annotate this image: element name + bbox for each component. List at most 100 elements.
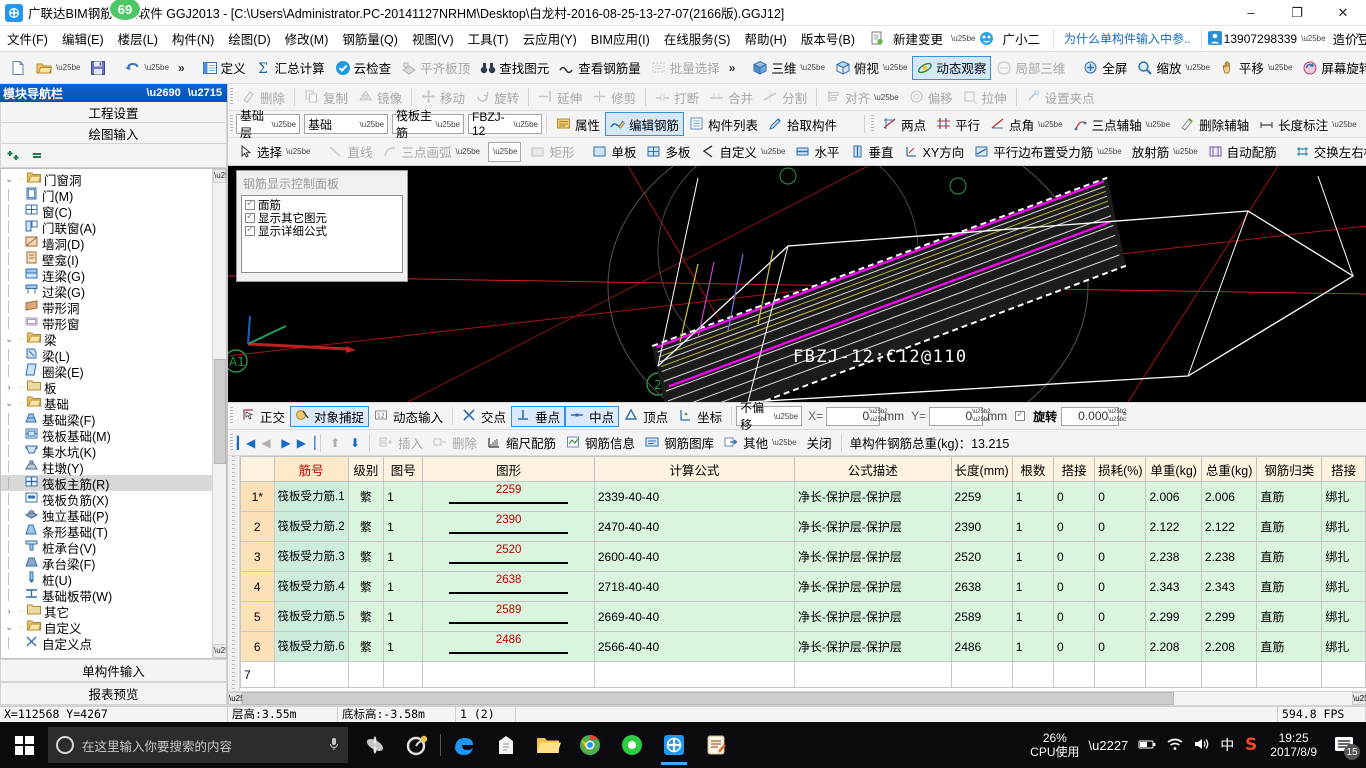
column-header-jibie[interactable]: 级别: [347, 456, 385, 482]
cell-changdu[interactable]: 2520: [950, 541, 1013, 572]
dynamic-observe-button[interactable]: 动态观察: [912, 55, 992, 80]
scroll-right-icon[interactable]: \u25b6: [1352, 692, 1366, 705]
tree-item-ring-beam[interactable]: │ 圈梁(E): [1, 363, 226, 380]
close-icon[interactable]: \u2715: [188, 87, 222, 99]
chevron-down-icon[interactable]: ⌄: [3, 174, 15, 185]
radial-rebar-button[interactable]: 放射筋 \u25be: [1127, 140, 1203, 164]
cell-rownum[interactable]: 1*: [240, 481, 275, 512]
scale-rebar-button[interactable]: 缩尺配筋: [482, 431, 561, 455]
cell-gongshi[interactable]: 2718-40-40: [593, 571, 795, 602]
cell-rownum[interactable]: 5: [240, 601, 275, 632]
menu-help[interactable]: 帮助(H): [737, 26, 793, 51]
toolbar-grip[interactable]: [230, 115, 233, 133]
battery-icon[interactable]: [1137, 737, 1157, 754]
tree-item-beam[interactable]: │ 梁(L): [1, 347, 226, 364]
column-header-dajie[interactable]: 搭接: [1052, 456, 1096, 482]
cell-jinhao[interactable]: 筏板受力筋.2: [273, 511, 349, 542]
tree-item-lintel[interactable]: │ 过梁(G): [1, 283, 226, 300]
show-other-elements-checkbox[interactable]: [245, 211, 255, 223]
tree-item-folder-27[interactable]: › · 其它: [1, 603, 226, 620]
rotate-checkbox[interactable]: [1015, 409, 1026, 421]
sidebar-item-project-settings[interactable]: 工程设置: [0, 102, 227, 123]
cell-gongshi[interactable]: 2339-40-40: [593, 481, 795, 512]
column-header-danzhong[interactable]: 单重(kg): [1145, 456, 1202, 482]
cell-guilei[interactable]: 直筋: [1256, 481, 1323, 512]
cell-genshu[interactable]: [1011, 661, 1054, 688]
vertical-button[interactable]: 垂直: [845, 140, 899, 164]
tree-scrollbar[interactable]: \u25b2 \u25bc: [212, 169, 226, 658]
chevron-down-icon[interactable]: \u25be: [1173, 147, 1197, 156]
parallel-edge-rebar-button[interactable]: 平行边布置受力筋 \u25be: [969, 140, 1126, 164]
cell-tuxing[interactable]: 2589: [422, 601, 595, 632]
scroll-down-icon[interactable]: \u25bc: [213, 644, 226, 658]
cell-danzhong[interactable]: 2.238: [1145, 541, 1202, 572]
flush-slab-top-button[interactable]: 平齐板顶: [396, 56, 475, 80]
ggj-app-icon[interactable]: [655, 725, 693, 765]
cell-rownum[interactable]: 7: [240, 661, 275, 688]
chevron-down-icon[interactable]: \u25be: [514, 120, 538, 129]
rebar-info-button[interactable]: 钢筋信息: [561, 431, 640, 455]
save-file-button[interactable]: [85, 56, 111, 80]
offset-button[interactable]: 偏移: [904, 85, 958, 109]
cell-gongshi[interactable]: 2566-40-40: [593, 631, 795, 662]
delete-aux-axis-button[interactable]: 删除辅轴: [1175, 112, 1254, 136]
cell-tuhao[interactable]: 1: [383, 541, 424, 572]
cell-miaoshu[interactable]: 净长-保护层-保护层: [793, 481, 952, 512]
cell-gongshi[interactable]: 2669-40-40: [593, 601, 795, 632]
cell-danzhong[interactable]: 2.343: [1145, 571, 1202, 602]
table-row[interactable]: 4 筏板受力筋.4 䌘 1 2638 2718-40-40 净长-保护层-保护层 2638 1 0…: [240, 571, 1366, 602]
rotate-input[interactable]: 0.000 \u25b2 \u25bc: [1061, 406, 1127, 426]
toolbar-grip[interactable]: [230, 433, 233, 452]
chevron-down-icon[interactable]: \u25be: [436, 120, 460, 129]
rebar-table[interactable]: 筋号 级别 图号 图形 计算公式 公式描述 长度(mm) 根数 搭接 损耗(%) 单重(kg) 总重(…: [228, 456, 1366, 691]
vertex-snap-button[interactable]: 顶点: [619, 406, 673, 427]
file-explorer-icon[interactable]: [529, 725, 567, 765]
cell-tuxing[interactable]: 2259: [422, 481, 595, 512]
cell-dajie[interactable]: 0: [1052, 511, 1096, 542]
three-d-button[interactable]: 三维 \u25be: [747, 56, 829, 80]
cell-tuxing[interactable]: 2390: [422, 511, 595, 542]
chevron-down-icon[interactable]: \u25be: [272, 120, 296, 129]
menu-rebar-qty[interactable]: 钢筋量(Q): [335, 26, 405, 51]
tree-item-coupling-beam[interactable]: │ 连梁(G): [1, 267, 226, 284]
cell-sunhao[interactable]: 0: [1094, 631, 1147, 662]
close-button[interactable]: ✕: [1320, 0, 1366, 26]
new-change-button[interactable]: 新建变更: [886, 26, 950, 51]
cell-guilei[interactable]: 直筋: [1256, 631, 1323, 662]
cell-dajie2[interactable]: 绑扎: [1321, 571, 1366, 602]
volume-icon[interactable]: [1193, 737, 1211, 754]
horizontal-button[interactable]: 水平: [790, 140, 844, 164]
cell-tuhao[interactable]: 1: [383, 511, 424, 542]
chevron-down-icon[interactable]: \u25be: [800, 63, 824, 72]
column-header-jinhao[interactable]: 筋号: [273, 456, 349, 482]
insert-row-button[interactable]: 插入: [374, 431, 428, 455]
close-table-button[interactable]: 关闭: [802, 431, 837, 455]
cell-jinhao[interactable]: [273, 661, 349, 688]
zoom-button[interactable]: 缩放 \u25be: [1132, 56, 1214, 80]
cell-guilei[interactable]: 直筋: [1256, 511, 1323, 542]
search-input[interactable]: 在这里输入你要搜索的内容: [48, 727, 348, 763]
rotate-button[interactable]: 旋转: [470, 85, 524, 109]
chevron-down-icon[interactable]: \u25be: [1185, 63, 1209, 72]
stretch-button[interactable]: 拉伸: [958, 85, 1012, 109]
column-header-miaoshu[interactable]: 公式描述: [793, 456, 952, 482]
intersection-snap-button[interactable]: 交点: [457, 406, 511, 427]
cell-dajie[interactable]: 0: [1052, 571, 1096, 602]
extend-button[interactable]: 延伸: [533, 85, 587, 109]
menu-floor[interactable]: 楼层(L): [111, 26, 165, 51]
sidebar-item-drawing-input[interactable]: 绘图输入: [0, 123, 227, 144]
arc-mode-combo[interactable]: \u25be: [487, 141, 522, 162]
tree-item-strip-opening[interactable]: │ 带形洞: [1, 299, 226, 316]
cell-tuhao[interactable]: 1: [383, 571, 424, 602]
tree-item-column-pier[interactable]: │ 柱墩(Y): [1, 459, 226, 476]
chevron-down-icon[interactable]: \u25be: [56, 63, 80, 72]
maximize-button[interactable]: ❐: [1274, 0, 1320, 26]
cell-rownum[interactable]: 2: [240, 511, 275, 542]
table-row[interactable]: 6 筏板受力筋.6 䌘 1 2486 2566-40-40 净长-保护层-保护层 2486 1 0…: [240, 631, 1366, 662]
mirror-button[interactable]: 镜像: [353, 85, 407, 109]
cell-changdu[interactable]: [950, 661, 1013, 688]
table-horizontal-scrollbar[interactable]: \u25c0 \u25b6: [228, 691, 1366, 705]
chevron-down-icon[interactable]: \u25be: [456, 147, 480, 156]
tree-item-cap-beam[interactable]: │ 承台梁(F): [1, 555, 226, 572]
three-point-arc-button[interactable]: 三点画弧 \u25be: [378, 140, 485, 164]
